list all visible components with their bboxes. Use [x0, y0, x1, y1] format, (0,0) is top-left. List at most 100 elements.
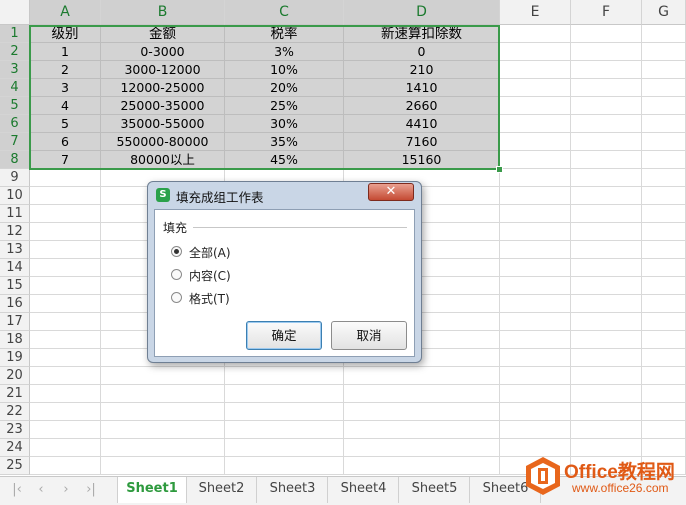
cell-B7[interactable]: 550000-80000	[101, 133, 225, 151]
cell-B25[interactable]	[101, 457, 225, 475]
cell-F7[interactable]	[571, 133, 642, 151]
cell-D6[interactable]: 4410	[344, 115, 500, 133]
row-header-8[interactable]: 8	[0, 151, 30, 169]
cell-A21[interactable]	[30, 385, 101, 403]
cell-F23[interactable]	[571, 421, 642, 439]
cell-C25[interactable]	[225, 457, 344, 475]
column-header-C[interactable]: C	[225, 0, 344, 25]
cell-F21[interactable]	[571, 385, 642, 403]
cell-C20[interactable]	[225, 367, 344, 385]
prev-sheet-icon[interactable]: ‹	[32, 481, 50, 499]
close-icon[interactable]: ✕	[368, 183, 414, 201]
cell-E15[interactable]	[500, 277, 571, 295]
cell-G2[interactable]	[642, 43, 686, 61]
row-header-25[interactable]: 25	[0, 457, 30, 475]
row-header-19[interactable]: 19	[0, 349, 30, 367]
cell-C1[interactable]: 税率	[225, 25, 344, 43]
cell-G10[interactable]	[642, 187, 686, 205]
cell-F22[interactable]	[571, 403, 642, 421]
cell-B4[interactable]: 12000-25000	[101, 79, 225, 97]
cell-F11[interactable]	[571, 205, 642, 223]
cell-G15[interactable]	[642, 277, 686, 295]
cell-A5[interactable]: 4	[30, 97, 101, 115]
row-header-2[interactable]: 2	[0, 43, 30, 61]
cell-E13[interactable]	[500, 241, 571, 259]
cell-A19[interactable]	[30, 349, 101, 367]
row-header-4[interactable]: 4	[0, 79, 30, 97]
cell-E19[interactable]	[500, 349, 571, 367]
cell-A24[interactable]	[30, 439, 101, 457]
row-header-23[interactable]: 23	[0, 421, 30, 439]
cell-A15[interactable]	[30, 277, 101, 295]
cell-C22[interactable]	[225, 403, 344, 421]
cell-C8[interactable]: 45%	[225, 151, 344, 169]
cell-E3[interactable]	[500, 61, 571, 79]
cell-F4[interactable]	[571, 79, 642, 97]
row-header-24[interactable]: 24	[0, 439, 30, 457]
cell-F16[interactable]	[571, 295, 642, 313]
cell-D22[interactable]	[344, 403, 500, 421]
cell-D2[interactable]: 0	[344, 43, 500, 61]
cell-A1[interactable]: 级别	[30, 25, 101, 43]
row-header-18[interactable]: 18	[0, 331, 30, 349]
row-header-13[interactable]: 13	[0, 241, 30, 259]
cell-G17[interactable]	[642, 313, 686, 331]
cell-E9[interactable]	[500, 169, 571, 187]
cell-C5[interactable]: 25%	[225, 97, 344, 115]
cell-E12[interactable]	[500, 223, 571, 241]
cell-A13[interactable]	[30, 241, 101, 259]
cell-G8[interactable]	[642, 151, 686, 169]
cell-A10[interactable]	[30, 187, 101, 205]
cell-C6[interactable]: 30%	[225, 115, 344, 133]
fill-handle[interactable]	[496, 166, 503, 173]
cell-G6[interactable]	[642, 115, 686, 133]
cell-E4[interactable]	[500, 79, 571, 97]
row-header-6[interactable]: 6	[0, 115, 30, 133]
radio-all[interactable]	[171, 246, 182, 257]
cell-G5[interactable]	[642, 97, 686, 115]
cell-A22[interactable]	[30, 403, 101, 421]
cell-G12[interactable]	[642, 223, 686, 241]
column-header-E[interactable]: E	[500, 0, 571, 25]
row-header-7[interactable]: 7	[0, 133, 30, 151]
cell-E18[interactable]	[500, 331, 571, 349]
cell-B23[interactable]	[101, 421, 225, 439]
column-header-G[interactable]: G	[642, 0, 686, 25]
cell-E14[interactable]	[500, 259, 571, 277]
cell-E5[interactable]	[500, 97, 571, 115]
row-header-17[interactable]: 17	[0, 313, 30, 331]
row-header-22[interactable]: 22	[0, 403, 30, 421]
cell-D4[interactable]: 1410	[344, 79, 500, 97]
cell-E6[interactable]	[500, 115, 571, 133]
cell-B6[interactable]: 35000-55000	[101, 115, 225, 133]
cell-E1[interactable]	[500, 25, 571, 43]
row-header-16[interactable]: 16	[0, 295, 30, 313]
cell-E22[interactable]	[500, 403, 571, 421]
cell-A9[interactable]	[30, 169, 101, 187]
cell-B20[interactable]	[101, 367, 225, 385]
cell-E17[interactable]	[500, 313, 571, 331]
row-header-15[interactable]: 15	[0, 277, 30, 295]
next-sheet-icon[interactable]: ›	[57, 481, 75, 499]
cell-F5[interactable]	[571, 97, 642, 115]
cell-G1[interactable]	[642, 25, 686, 43]
cell-F14[interactable]	[571, 259, 642, 277]
cell-D25[interactable]	[344, 457, 500, 475]
cell-F15[interactable]	[571, 277, 642, 295]
cell-A8[interactable]: 7	[30, 151, 101, 169]
cell-A25[interactable]	[30, 457, 101, 475]
row-header-1[interactable]: 1	[0, 25, 30, 43]
cell-C2[interactable]: 3%	[225, 43, 344, 61]
cell-F2[interactable]	[571, 43, 642, 61]
cell-D20[interactable]	[344, 367, 500, 385]
cell-F6[interactable]	[571, 115, 642, 133]
row-header-12[interactable]: 12	[0, 223, 30, 241]
cell-G9[interactable]	[642, 169, 686, 187]
row-header-14[interactable]: 14	[0, 259, 30, 277]
cell-F19[interactable]	[571, 349, 642, 367]
cell-E23[interactable]	[500, 421, 571, 439]
cell-B2[interactable]: 0-3000	[101, 43, 225, 61]
cell-D7[interactable]: 7160	[344, 133, 500, 151]
cell-B3[interactable]: 3000-12000	[101, 61, 225, 79]
radio-format[interactable]	[171, 292, 182, 303]
